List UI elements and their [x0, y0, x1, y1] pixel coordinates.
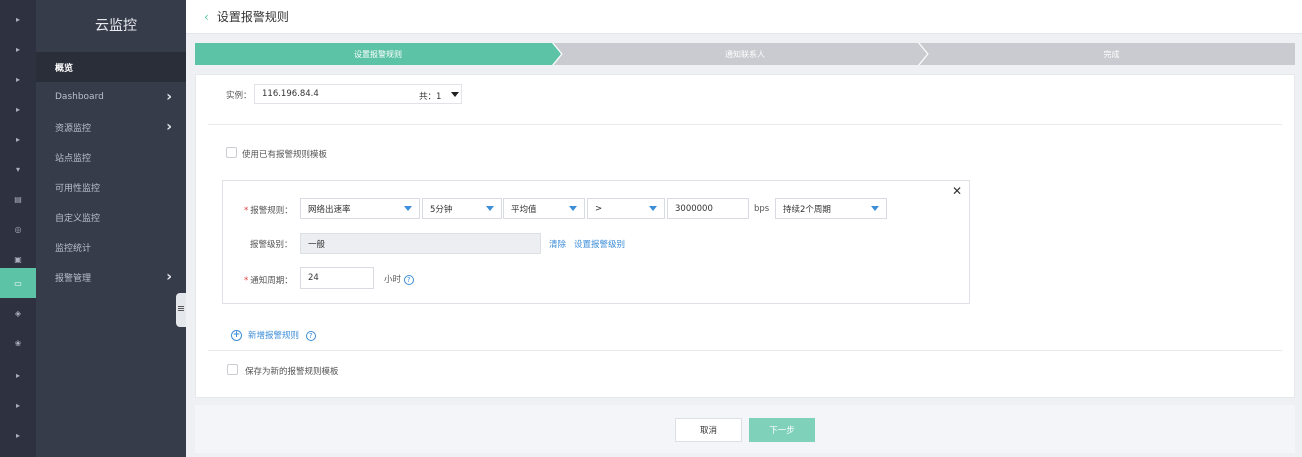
save-template-label: 保存为新的报警规则模板: [245, 367, 339, 377]
sidebar-item-6[interactable]: 自定义监控: [36, 202, 186, 232]
caret-right-icon[interactable]: ▸: [0, 4, 36, 34]
step-set-rule: 设置报警规则: [354, 49, 402, 59]
period-select[interactable]: 5分钟: [422, 198, 502, 219]
caret-right-icon[interactable]: ▸: [0, 64, 36, 94]
caret-right-icon[interactable]: ▸: [0, 390, 36, 420]
set-level-link[interactable]: 设置报警级别: [574, 238, 625, 250]
monitor-icon[interactable]: ▭: [0, 268, 36, 298]
page-header: ‹ 设置报警规则: [186, 0, 1302, 34]
settings-circle-icon[interactable]: ◎: [0, 214, 36, 244]
back-arrow-icon[interactable]: ‹: [204, 10, 209, 24]
next-step-button[interactable]: 下一步: [749, 418, 815, 442]
caret-right-icon[interactable]: ▸: [0, 94, 36, 124]
notify-period-input[interactable]: 24: [300, 267, 374, 289]
sidebar-item-2[interactable]: Dashboard ›: [36, 82, 186, 112]
cancel-button[interactable]: 取消: [675, 418, 742, 442]
rule-label: * 报警规则：: [244, 206, 293, 216]
sidebar-item-label: 自定义监控: [55, 213, 101, 224]
use-template-label: 使用已有报警规则模板: [242, 150, 328, 160]
threshold-unit: bps: [754, 204, 770, 214]
save-template-checkbox[interactable]: [227, 364, 238, 375]
aggregate-select[interactable]: 平均值: [503, 198, 585, 219]
chevron-right-icon: ›: [166, 119, 172, 135]
caret-down-icon[interactable]: ▾: [0, 154, 36, 184]
metric-select[interactable]: 网络出速率: [300, 198, 420, 219]
close-icon[interactable]: ✕: [952, 184, 962, 198]
chevron-right-icon: ›: [166, 269, 172, 285]
sidebar-item-1[interactable]: 概览: [36, 52, 186, 82]
cluster-icon[interactable]: ❀: [0, 328, 36, 358]
sidebar-item-label: 资源监控: [55, 123, 92, 134]
footer-bar: [195, 405, 1295, 453]
clear-level-link[interactable]: 清除: [549, 238, 566, 250]
document-icon[interactable]: ▤: [0, 184, 36, 214]
step-complete: 完成: [1103, 49, 1120, 59]
help-icon: ?: [403, 274, 414, 285]
step-notify-contacts: 通知联系人: [725, 49, 765, 59]
page-title: 设置报警规则: [216, 10, 289, 24]
sidebar-item-label: 报警管理: [55, 273, 92, 284]
caret-down-icon: [569, 206, 577, 211]
sidebar-item-label: Dashboard: [55, 92, 104, 102]
instance-label: 实例：: [226, 91, 252, 101]
sidebar-title: 云监控: [95, 18, 137, 34]
chevron-right-icon: ›: [166, 89, 172, 105]
duration-select[interactable]: 持续2个周期: [775, 198, 887, 219]
sidebar-item-3[interactable]: 资源监控 ›: [36, 112, 186, 142]
help-icon: ?: [305, 330, 316, 341]
sidebar-item-label: 概览: [55, 63, 74, 74]
sidebar-collapse-handle[interactable]: [176, 293, 186, 327]
divider: [208, 350, 1282, 351]
notify-label: * 通知周期：: [244, 276, 293, 286]
caret-down-icon: [404, 206, 412, 211]
caret-right-icon[interactable]: ▸: [0, 124, 36, 154]
caret-down-icon: [649, 206, 657, 211]
sidebar-item-7[interactable]: 监控统计: [36, 232, 186, 262]
step-progress: 设置报警规则 通知联系人 完成: [195, 43, 1295, 65]
use-template-checkbox[interactable]: [226, 147, 237, 158]
level-field[interactable]: 一般: [300, 233, 541, 254]
sidebar-item-label: 站点监控: [55, 153, 92, 164]
sidebar: 云监控 概览 Dashboard › 资源监控 › 站点监控可用性监控自定义监控监控统计报…: [36, 0, 186, 457]
menu-lines-icon: [178, 306, 184, 307]
caret-down-icon: [451, 92, 459, 97]
caret-right-icon[interactable]: ▸: [0, 34, 36, 64]
threshold-input[interactable]: 3000000: [667, 198, 749, 219]
icon-rail: ▸ ▸ ▸ ▸ ▸ ▾ ▤ ◎ ▣ ▭ ◈ ❀ ▸ ▸ ▸: [0, 0, 36, 457]
sidebar-item-8[interactable]: 报警管理 ›: [36, 262, 186, 292]
operator-select[interactable]: >: [587, 198, 665, 219]
add-rule-button[interactable]: + 新增报警规则 ?: [231, 329, 316, 341]
sidebar-item-label: 监控统计: [55, 243, 92, 254]
sidebar-item-label: 可用性监控: [55, 183, 101, 194]
add-circle-icon: +: [231, 330, 242, 341]
instance-value: 116.196.84.4: [262, 89, 319, 99]
divider: [208, 124, 1282, 125]
caret-right-icon[interactable]: ▸: [0, 420, 36, 450]
level-label: 报警级别：: [250, 240, 293, 250]
caret-right-icon[interactable]: ▸: [0, 360, 36, 390]
caret-down-icon: [486, 206, 494, 211]
instance-count: 共：1: [419, 92, 442, 102]
sidebar-item-4[interactable]: 站点监控: [36, 142, 186, 172]
tag-icon[interactable]: ◈: [0, 298, 36, 328]
instance-select[interactable]: 116.196.84.4 共：1: [254, 84, 462, 104]
sidebar-item-5[interactable]: 可用性监控: [36, 172, 186, 202]
notify-unit: 小时 ?: [384, 273, 414, 285]
caret-down-icon: [871, 206, 879, 211]
